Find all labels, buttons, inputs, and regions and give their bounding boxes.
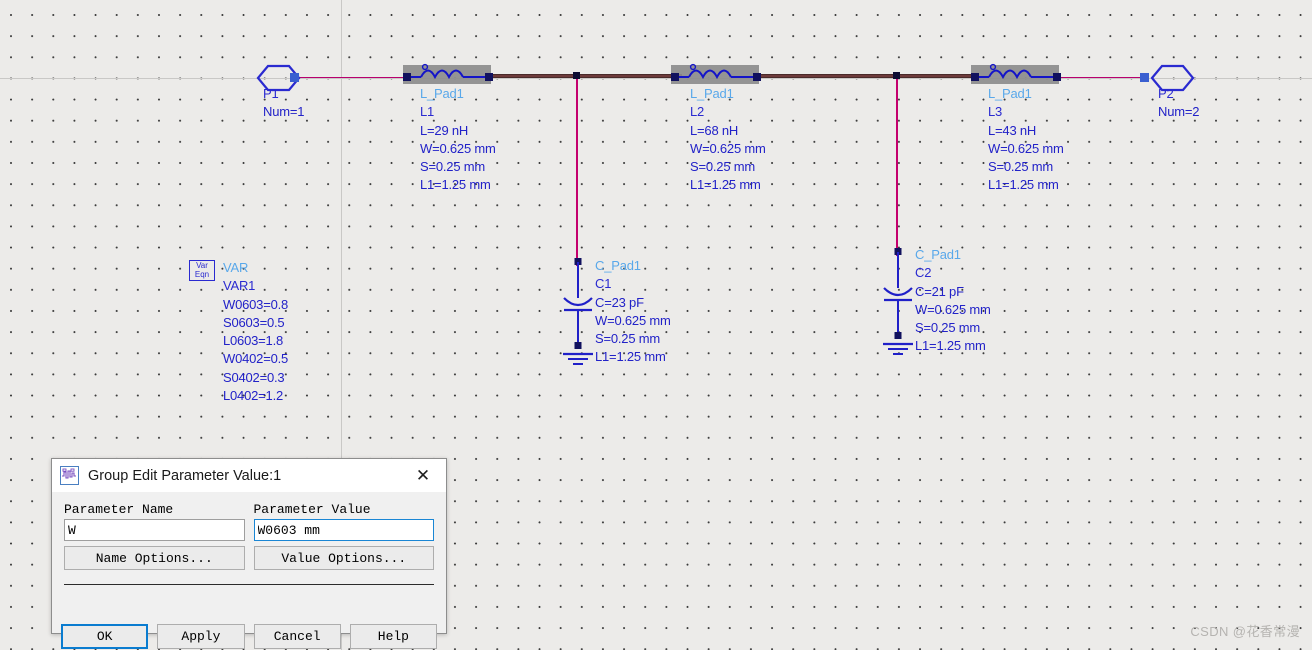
capacitor-c2-label: C_Pad1 C2 C=21 pF W=0.625 mm S=0.25 mm L… <box>915 246 991 356</box>
junction-node-1 <box>573 72 580 79</box>
var-eqn-icon[interactable]: Var Eqn <box>189 260 215 281</box>
inductor-l3-type: L_Pad1 <box>988 86 1032 101</box>
inductor-l3-name: L3 <box>988 104 1003 120</box>
capacitor-c1-type: C_Pad1 <box>595 258 641 273</box>
var-block-name: VAR1 <box>223 278 256 294</box>
port-p2-pin <box>1140 73 1149 82</box>
parameter-value-col: Parameter Value Value Options... <box>253 502 434 570</box>
inductor-l2-name: L2 <box>690 104 705 120</box>
capacitor-c1-length: L1=1.25 mm <box>595 349 666 365</box>
dialog-title: Group Edit Parameter Value:1 <box>88 467 282 484</box>
dialog-button-row: OK Apply Cancel Help <box>61 624 437 649</box>
port-p1-num: Num=1 <box>263 104 305 120</box>
inductor-l1-label: L_Pad1 L1 L=29 nH W=0.625 mm S=0.25 mm L… <box>420 85 496 195</box>
apply-button[interactable]: Apply <box>157 624 245 649</box>
port-p1-pin <box>290 73 299 82</box>
inductor-l3-length: L1=1.25 mm <box>988 177 1059 193</box>
inductor-l3-spacing: S=0.25 mm <box>988 159 1054 175</box>
capacitor-c2-width: W=0.625 mm <box>915 301 991 317</box>
capacitor-c2-symbol[interactable] <box>880 248 916 365</box>
capacitor-c1-label: C_Pad1 C1 C=23 pF W=0.625 mm S=0.25 mm L… <box>595 257 671 367</box>
var-eq-s0402: S0402=0.3 <box>223 369 285 385</box>
var-eq-w0402: W0402=0.5 <box>223 351 289 367</box>
wire-node1-c1[interactable] <box>576 76 578 266</box>
port-p2-label: P2 Num=2 <box>1158 85 1199 122</box>
var-eqn-icon-line2: Eqn <box>194 269 210 279</box>
wire-l1-node1[interactable] <box>490 74 682 78</box>
parameter-value-input[interactable] <box>253 519 434 541</box>
inductor-l2-type: L_Pad1 <box>690 86 734 101</box>
wire-node2-c2[interactable] <box>896 76 898 256</box>
var-eq-l0402: L0402=1.2 <box>223 388 284 404</box>
wire-l3-p2[interactable] <box>1058 77 1147 79</box>
capacitor-c1-spacing: S=0.25 mm <box>595 331 661 347</box>
dialog-titlebar[interactable]: Group Edit Parameter Value:1 ✕ <box>52 459 446 492</box>
inductor-l1-width: W=0.625 mm <box>420 140 496 156</box>
parameter-name-input[interactable] <box>64 519 245 541</box>
inductor-l2-inductance: L=68 nH <box>690 122 739 138</box>
port-p2-num: Num=2 <box>1158 104 1200 120</box>
junction-node-2 <box>893 72 900 79</box>
ok-button[interactable]: OK <box>61 624 149 649</box>
schematic-waveform-icon <box>60 466 79 485</box>
capacitor-c2-name: C2 <box>915 265 932 281</box>
name-options-button[interactable]: Name Options... <box>64 546 245 570</box>
capacitor-c2-type: C_Pad1 <box>915 247 961 262</box>
inductor-l3-width: W=0.625 mm <box>988 140 1064 156</box>
inductor-l2-spacing: S=0.25 mm <box>690 159 756 175</box>
var-block-type: VAR <box>223 260 249 275</box>
close-icon[interactable]: ✕ <box>400 459 446 492</box>
wire-l2-node2[interactable] <box>757 74 971 78</box>
wire-p1-l1[interactable] <box>296 77 406 79</box>
parameter-name-col: Parameter Name Name Options... <box>64 502 245 570</box>
parameter-name-label: Parameter Name <box>64 502 174 517</box>
inductor-l3-inductance: L=43 nH <box>988 122 1037 138</box>
var-eq-s0603: S0603=0.5 <box>223 314 285 330</box>
inductor-l1-length: L1=1.25 mm <box>420 177 491 193</box>
port-p1-name: P1 <box>263 86 279 101</box>
port-p1-label: P1 Num=1 <box>263 85 304 122</box>
csdn-watermark: CSDN @花香常漫 <box>1190 624 1300 639</box>
inductor-l2-label: L_Pad1 L2 L=68 nH W=0.625 mm S=0.25 mm L… <box>690 85 766 195</box>
cancel-button[interactable]: Cancel <box>253 624 341 649</box>
capacitor-c2-capacitance: C=21 pF <box>915 283 964 299</box>
capacitor-c1-name: C1 <box>595 276 612 292</box>
capacitor-c1-symbol[interactable] <box>560 258 596 375</box>
capacitor-c1-capacitance: C=23 pF <box>595 294 644 310</box>
var-block-label: VAR VAR1 W0603=0.8 S0603=0.5 L0603=1.8 W… <box>223 259 288 405</box>
dialog-body: Parameter Name Name Options... Parameter… <box>52 492 446 649</box>
inductor-l1-inductance: L=29 nH <box>420 122 469 138</box>
dialog-divider <box>64 584 434 585</box>
inductor-l3-label: L_Pad1 L3 L=43 nH W=0.625 mm S=0.25 mm L… <box>988 85 1064 195</box>
inductor-l1-type: L_Pad1 <box>420 86 464 101</box>
inductor-l1-spacing: S=0.25 mm <box>420 159 486 175</box>
parameter-value-label: Parameter Value <box>253 502 371 517</box>
capacitor-c2-spacing: S=0.25 mm <box>915 320 981 336</box>
group-edit-parameter-dialog[interactable]: Group Edit Parameter Value:1 ✕ Parameter… <box>51 458 447 649</box>
port-p2-name: P2 <box>1158 86 1174 101</box>
inductor-l2-length: L1=1.25 mm <box>690 177 761 193</box>
inductor-l2-width: W=0.625 mm <box>690 140 766 156</box>
capacitor-c2-length: L1=1.25 mm <box>915 338 986 354</box>
inductor-l1-name: L1 <box>420 104 435 120</box>
var-eq-l0603: L0603=1.8 <box>223 333 284 349</box>
var-eq-w0603: W0603=0.8 <box>223 296 289 312</box>
value-options-button[interactable]: Value Options... <box>253 546 434 570</box>
capacitor-c1-width: W=0.625 mm <box>595 312 671 328</box>
help-button[interactable]: Help <box>349 624 437 649</box>
parameter-fields-row: Parameter Name Name Options... Parameter… <box>64 502 434 570</box>
schematic-canvas[interactable]: P1 Num=1 L_Pad1 L1 L=29 nH W=0.625 mm S=… <box>0 0 1312 650</box>
